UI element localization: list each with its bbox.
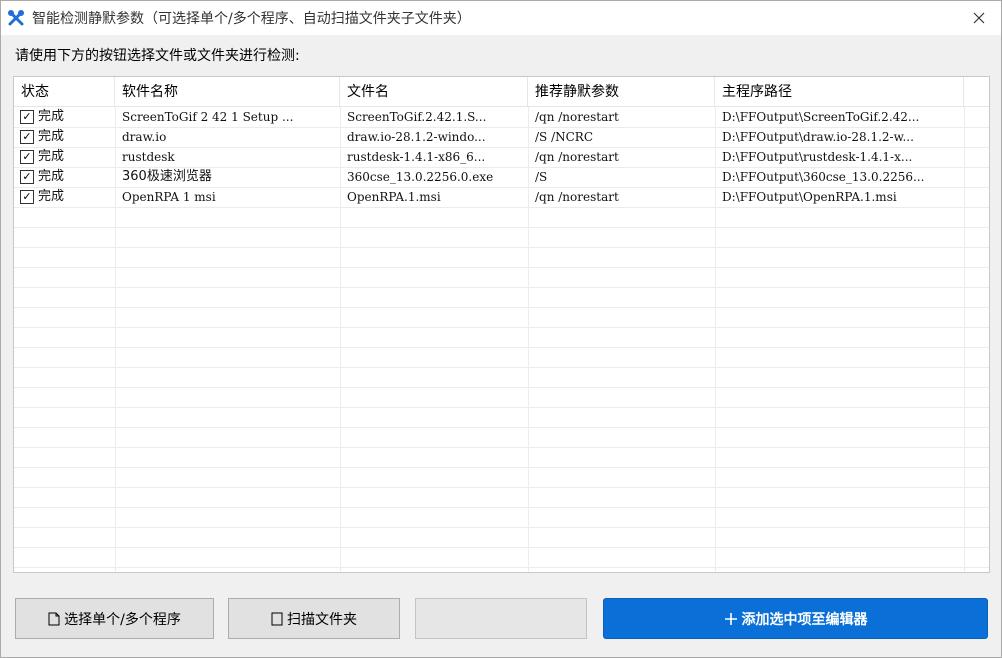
add-to-editor-button[interactable]: 添加选中项至编辑器 xyxy=(603,598,988,639)
row-checkbox[interactable]: ✓ xyxy=(20,190,34,204)
software-name-cell: 360极速浏览器 xyxy=(122,169,212,184)
path-cell: D:\FFOutput\OpenRPA.1.msi xyxy=(722,190,897,204)
grid-hline xyxy=(14,407,989,408)
row-checkbox[interactable]: ✓ xyxy=(20,130,34,144)
close-button[interactable] xyxy=(957,1,1001,35)
grid-hline xyxy=(14,427,989,428)
params-cell: /qn /norestart xyxy=(535,110,619,124)
file-icon xyxy=(48,612,60,626)
grid-hline xyxy=(14,207,989,208)
plus-icon xyxy=(724,612,738,626)
status-cell[interactable]: ✓ 完成 xyxy=(14,127,115,147)
params-cell: /S xyxy=(535,170,548,184)
file-name-cell: draw.io-28.1.2-windo... xyxy=(347,130,486,144)
grid-hline xyxy=(14,547,989,548)
params-cell: /qn /norestart xyxy=(535,150,619,164)
grid-hline xyxy=(14,447,989,448)
table-header: 状态 软件名称 文件名 推荐静默参数 主程序路径 xyxy=(14,77,989,107)
grid-hline xyxy=(14,567,989,568)
dialog-window: 智能检测静默参数（可选择单个/多个程序、自动扫描文件夹子文件夹） 请使用下方的按… xyxy=(0,0,1002,658)
status-text: 完成 xyxy=(38,149,65,164)
folder-icon xyxy=(271,612,283,626)
title-bar: 智能检测静默参数（可选择单个/多个程序、自动扫描文件夹子文件夹） xyxy=(1,1,1001,35)
row-checkbox[interactable]: ✓ xyxy=(20,150,34,164)
grid-hline xyxy=(14,227,989,228)
table-row[interactable]: ✓ 完成 OpenRPA 1 msi OpenRPA.1.msi /qn /no… xyxy=(14,187,989,207)
grid-hline xyxy=(14,247,989,248)
tools-icon xyxy=(7,9,25,27)
table-row[interactable]: ✓ 完成 ScreenToGif 2 42 1 Setup ... Screen… xyxy=(14,107,989,127)
status-cell[interactable]: ✓ 完成 xyxy=(14,187,115,207)
row-checkbox[interactable]: ✓ xyxy=(20,170,34,184)
file-name-cell: ScreenToGif.2.42.1.S... xyxy=(347,110,487,124)
status-cell[interactable]: ✓ 完成 xyxy=(14,147,115,167)
grid-hline xyxy=(14,287,989,288)
software-name-cell: rustdesk xyxy=(122,150,175,164)
grid-hline xyxy=(14,507,989,508)
params-cell: /S /NCRC xyxy=(535,130,594,144)
column-header-file[interactable]: 文件名 xyxy=(340,77,528,107)
file-name-cell: rustdesk-1.4.1-x86_6... xyxy=(347,150,486,164)
scan-folder-label: 扫描文件夹 xyxy=(287,611,357,628)
blank-button[interactable] xyxy=(415,598,587,639)
status-text: 完成 xyxy=(38,189,65,204)
params-cell: /qn /norestart xyxy=(535,190,619,204)
path-cell: D:\FFOutput\draw.io-28.1.2-w... xyxy=(722,130,914,144)
column-header-name[interactable]: 软件名称 xyxy=(115,77,340,107)
grid-hline xyxy=(14,347,989,348)
add-to-editor-label: 添加选中项至编辑器 xyxy=(741,611,868,628)
path-cell: D:\FFOutput\ScreenToGif.2.42... xyxy=(722,110,920,124)
status-text: 完成 xyxy=(38,129,65,144)
software-name-cell: draw.io xyxy=(122,130,167,144)
status-cell[interactable]: ✓ 完成 xyxy=(14,167,115,187)
grid-hline xyxy=(14,467,989,468)
path-cell: D:\FFOutput\360cse_13.0.2256... xyxy=(722,170,925,184)
file-name-cell: 360cse_13.0.2256.0.exe xyxy=(347,170,494,184)
path-cell: D:\FFOutput\rustdesk-1.4.1-x... xyxy=(722,150,913,164)
table-row[interactable]: ✓ 完成 draw.io draw.io-28.1.2-windo... /S … xyxy=(14,127,989,147)
file-name-cell: OpenRPA.1.msi xyxy=(347,190,441,204)
column-header-status[interactable]: 状态 xyxy=(14,77,115,107)
grid-hline xyxy=(14,387,989,388)
row-checkbox[interactable]: ✓ xyxy=(20,110,34,124)
results-table[interactable]: 状态 软件名称 文件名 推荐静默参数 主程序路径 ✓ 完成 ScreenToGi… xyxy=(13,76,990,573)
status-cell[interactable]: ✓ 完成 xyxy=(14,107,115,127)
software-name-cell: OpenRPA 1 msi xyxy=(122,190,216,204)
close-icon xyxy=(973,12,985,24)
table-row[interactable]: ✓ 完成 360极速浏览器 360cse_13.0.2256.0.exe /S … xyxy=(14,167,989,187)
table-row[interactable]: ✓ 完成 rustdesk rustdesk-1.4.1-x86_6... /q… xyxy=(14,147,989,167)
software-name-cell: ScreenToGif 2 42 1 Setup ... xyxy=(122,110,294,124)
column-header-params[interactable]: 推荐静默参数 xyxy=(528,77,715,107)
grid-hline xyxy=(14,307,989,308)
instruction-text: 请使用下方的按钮选择文件或文件夹进行检测: xyxy=(15,48,300,64)
select-programs-label: 选择单个/多个程序 xyxy=(64,611,181,628)
grid-hline xyxy=(14,327,989,328)
scan-folder-button[interactable]: 扫描文件夹 xyxy=(228,598,400,639)
status-text: 完成 xyxy=(38,109,65,124)
window-title: 智能检测静默参数（可选择单个/多个程序、自动扫描文件夹子文件夹） xyxy=(32,11,471,27)
select-programs-button[interactable]: 选择单个/多个程序 xyxy=(15,598,214,639)
status-text: 完成 xyxy=(38,169,65,184)
grid-hline xyxy=(14,367,989,368)
grid-hline xyxy=(14,527,989,528)
grid-hline xyxy=(14,267,989,268)
grid-hline xyxy=(14,487,989,488)
column-header-path[interactable]: 主程序路径 xyxy=(715,77,964,107)
